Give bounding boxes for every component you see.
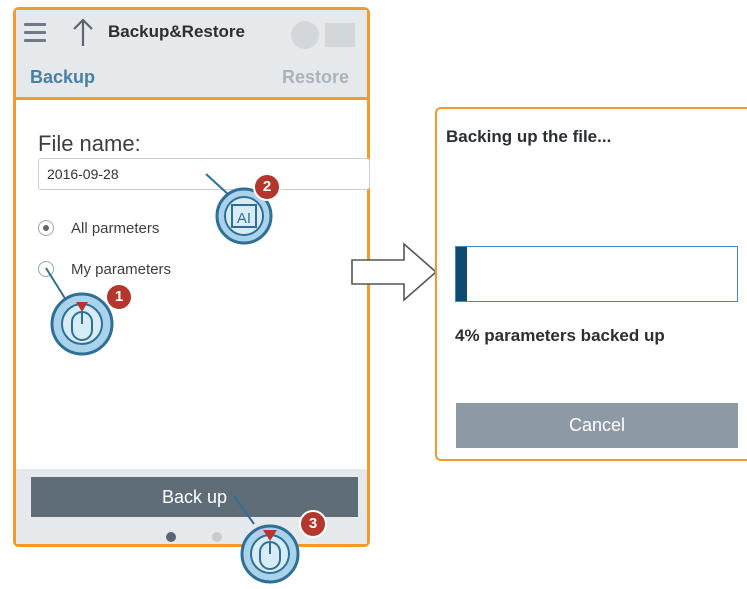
progress-status: 4% parameters backed up [455, 326, 665, 345]
file-name-label: File name: [38, 131, 141, 156]
step-badge-3: 3 [299, 510, 327, 538]
page-dot-1[interactable] [166, 532, 176, 542]
radio-all-parameters[interactable] [38, 220, 54, 236]
screen-title: Backup&Restore [108, 22, 245, 41]
radio-all-parameters-label: All parmeters [71, 220, 160, 237]
tab-divider [16, 97, 367, 100]
touch-tap-icon [233, 495, 300, 584]
tab-restore[interactable]: Restore [282, 67, 349, 88]
up-arrow-icon[interactable] [72, 18, 94, 48]
progress-bar-fill [456, 247, 467, 301]
transition-arrow-icon [351, 242, 438, 302]
touch-tap-icon [45, 267, 114, 356]
svg-text:AI: AI [237, 210, 251, 227]
step-badge-2: 2 [253, 173, 281, 201]
menu-icon[interactable] [24, 23, 46, 43]
progress-bar [455, 246, 738, 302]
step-badge-1: 1 [105, 283, 133, 311]
cancel-button[interactable]: Cancel [456, 403, 738, 448]
header-decoration-icon [291, 21, 355, 49]
dialog-title: Backing up the file... [446, 127, 612, 146]
tab-backup[interactable]: Backup [30, 67, 95, 88]
